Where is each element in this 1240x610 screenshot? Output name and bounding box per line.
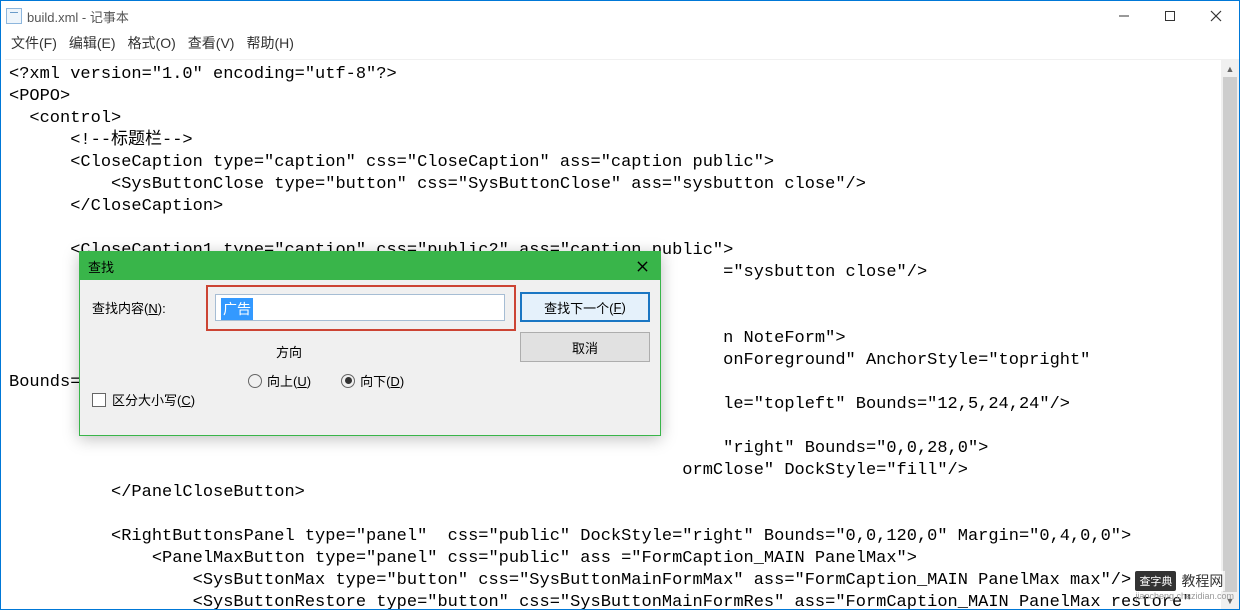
find-input-value: 广告 [221, 298, 253, 320]
scroll-up-icon[interactable]: ▲ [1221, 60, 1239, 77]
window-title: build.xml - 记事本 [27, 7, 129, 26]
find-dialog: 查找 查找内容(N): 广告 查找下一个(F) 取消 方向 向上(U) [79, 251, 661, 436]
menu-edit[interactable]: 编辑(E) [69, 33, 116, 53]
menu-view[interactable]: 查看(V) [188, 33, 235, 53]
checkbox-icon [92, 393, 106, 407]
find-input[interactable]: 广告 [215, 294, 505, 321]
minimize-button[interactable] [1101, 1, 1147, 31]
find-dialog-body: 查找内容(N): 广告 查找下一个(F) 取消 方向 向上(U) 向下(D) [80, 280, 660, 435]
match-case-checkbox[interactable]: 区分大小写(C) [92, 390, 195, 409]
window-titlebar: build.xml - 记事本 [1, 1, 1239, 31]
radio-icon [341, 374, 355, 388]
vertical-scrollbar[interactable]: ▲ ▼ [1221, 60, 1239, 609]
find-dialog-title: 查找 [88, 257, 114, 276]
menu-file[interactable]: 文件(F) [11, 33, 57, 53]
menu-help[interactable]: 帮助(H) [246, 33, 293, 53]
menubar: 文件(F) 编辑(E) 格式(O) 查看(V) 帮助(H) [1, 31, 1239, 55]
find-dialog-titlebar[interactable]: 查找 [80, 252, 660, 280]
find-next-button[interactable]: 查找下一个(F) [520, 292, 650, 322]
find-close-button[interactable] [632, 256, 652, 276]
notepad-icon [6, 8, 22, 24]
maximize-button[interactable] [1147, 1, 1193, 31]
scrollbar-thumb[interactable] [1223, 77, 1237, 592]
direction-group: 方向 向上(U) 向下(D) [248, 342, 468, 390]
close-button[interactable] [1193, 1, 1239, 31]
watermark: 查字典 教程网 jiaocheng.chazidian.com [1135, 571, 1234, 601]
direction-up-radio[interactable]: 向上(U) [248, 371, 311, 390]
direction-down-radio[interactable]: 向下(D) [341, 371, 404, 390]
direction-label: 方向 [276, 342, 468, 361]
window-buttons [1101, 1, 1239, 31]
menu-format[interactable]: 格式(O) [128, 33, 176, 53]
cancel-button[interactable]: 取消 [520, 332, 650, 362]
radio-icon [248, 374, 262, 388]
watermark-url: jiaocheng.chazidian.com [1135, 591, 1234, 601]
find-content-label: 查找内容(N): [92, 298, 166, 317]
watermark-text: 教程网 [1179, 571, 1225, 591]
watermark-logo: 查字典 [1135, 571, 1176, 591]
